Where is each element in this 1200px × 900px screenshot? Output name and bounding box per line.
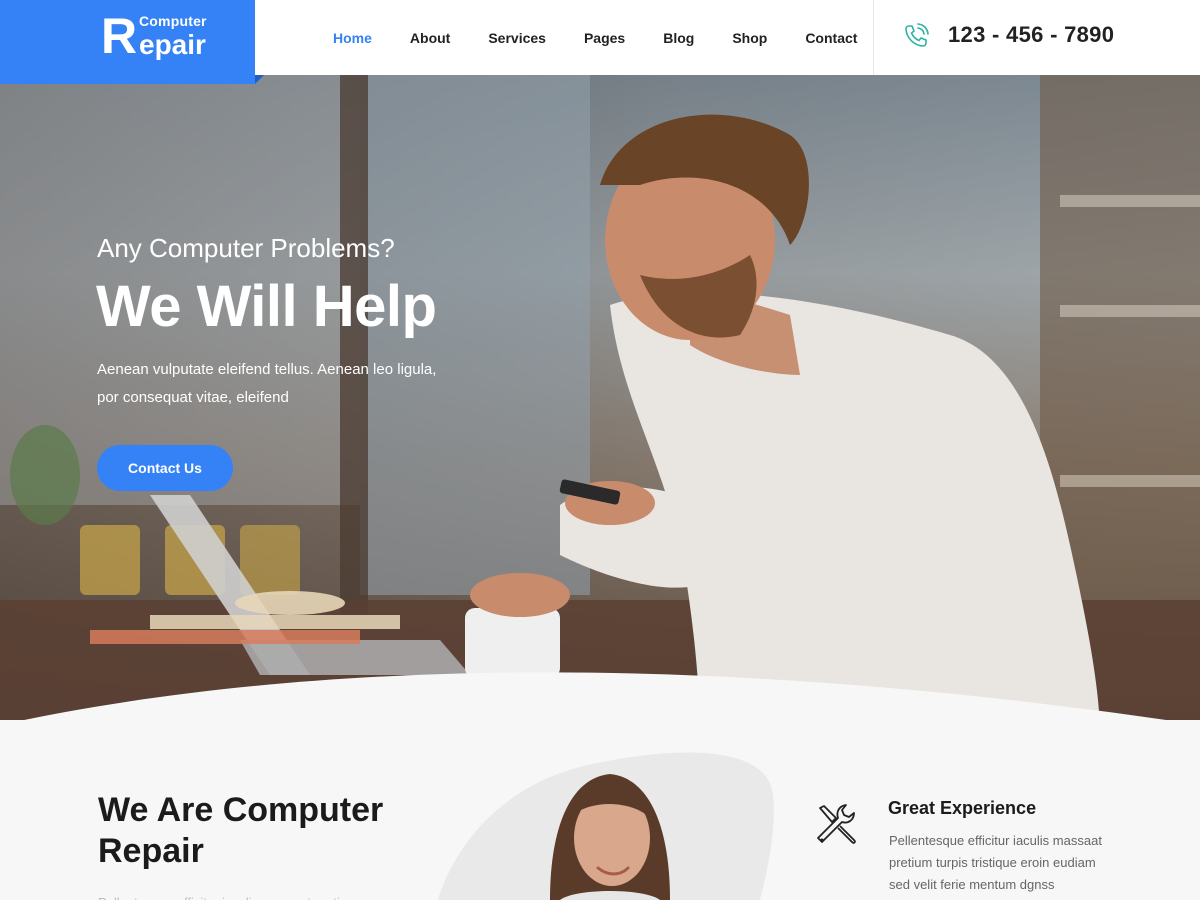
logo-small-text: Computer xyxy=(139,13,207,29)
hero-section: Any Computer Problems? We Will Help Aene… xyxy=(0,75,1200,735)
contact-us-button[interactable]: Contact Us xyxy=(97,445,233,491)
team-member-photo xyxy=(550,774,670,900)
tools-icon xyxy=(817,804,856,844)
about-partial-text: Pellentesque efficitur iaculis massaat p… xyxy=(98,892,366,900)
phone-number[interactable]: 123 - 456 - 7890 xyxy=(948,22,1114,48)
logo-big-text: epair xyxy=(139,29,206,60)
hero-description: Aenean vulputate eleifend tellus. Aenean… xyxy=(97,361,437,406)
hero-subtitle: Any Computer Problems? xyxy=(97,233,395,263)
phone-icon xyxy=(905,23,929,47)
hero-title: We Will Help xyxy=(96,274,437,339)
header-divider xyxy=(873,0,874,75)
main-nav: Home About Services Pages Blog Shop Cont… xyxy=(314,0,876,75)
site-header: R Computer epair Home About Services Pag… xyxy=(0,0,1200,84)
feature-title: Great Experience xyxy=(888,798,1037,818)
nav-item-services[interactable]: Services xyxy=(469,30,565,46)
nav-item-blog[interactable]: Blog xyxy=(644,30,713,46)
about-title: We Are Computer Repair xyxy=(98,791,384,870)
nav-item-about[interactable]: About xyxy=(391,30,469,46)
feature-text: Pellentesque efficitur iaculis massaat p… xyxy=(889,833,1102,892)
logo-letter: R xyxy=(101,8,138,64)
section-curve xyxy=(0,672,1200,740)
nav-item-shop[interactable]: Shop xyxy=(713,30,786,46)
nav-item-contact[interactable]: Contact xyxy=(786,30,876,46)
nav-item-pages[interactable]: Pages xyxy=(565,30,644,46)
nav-item-home[interactable]: Home xyxy=(314,30,391,46)
logo[interactable]: R Computer epair xyxy=(0,0,264,84)
